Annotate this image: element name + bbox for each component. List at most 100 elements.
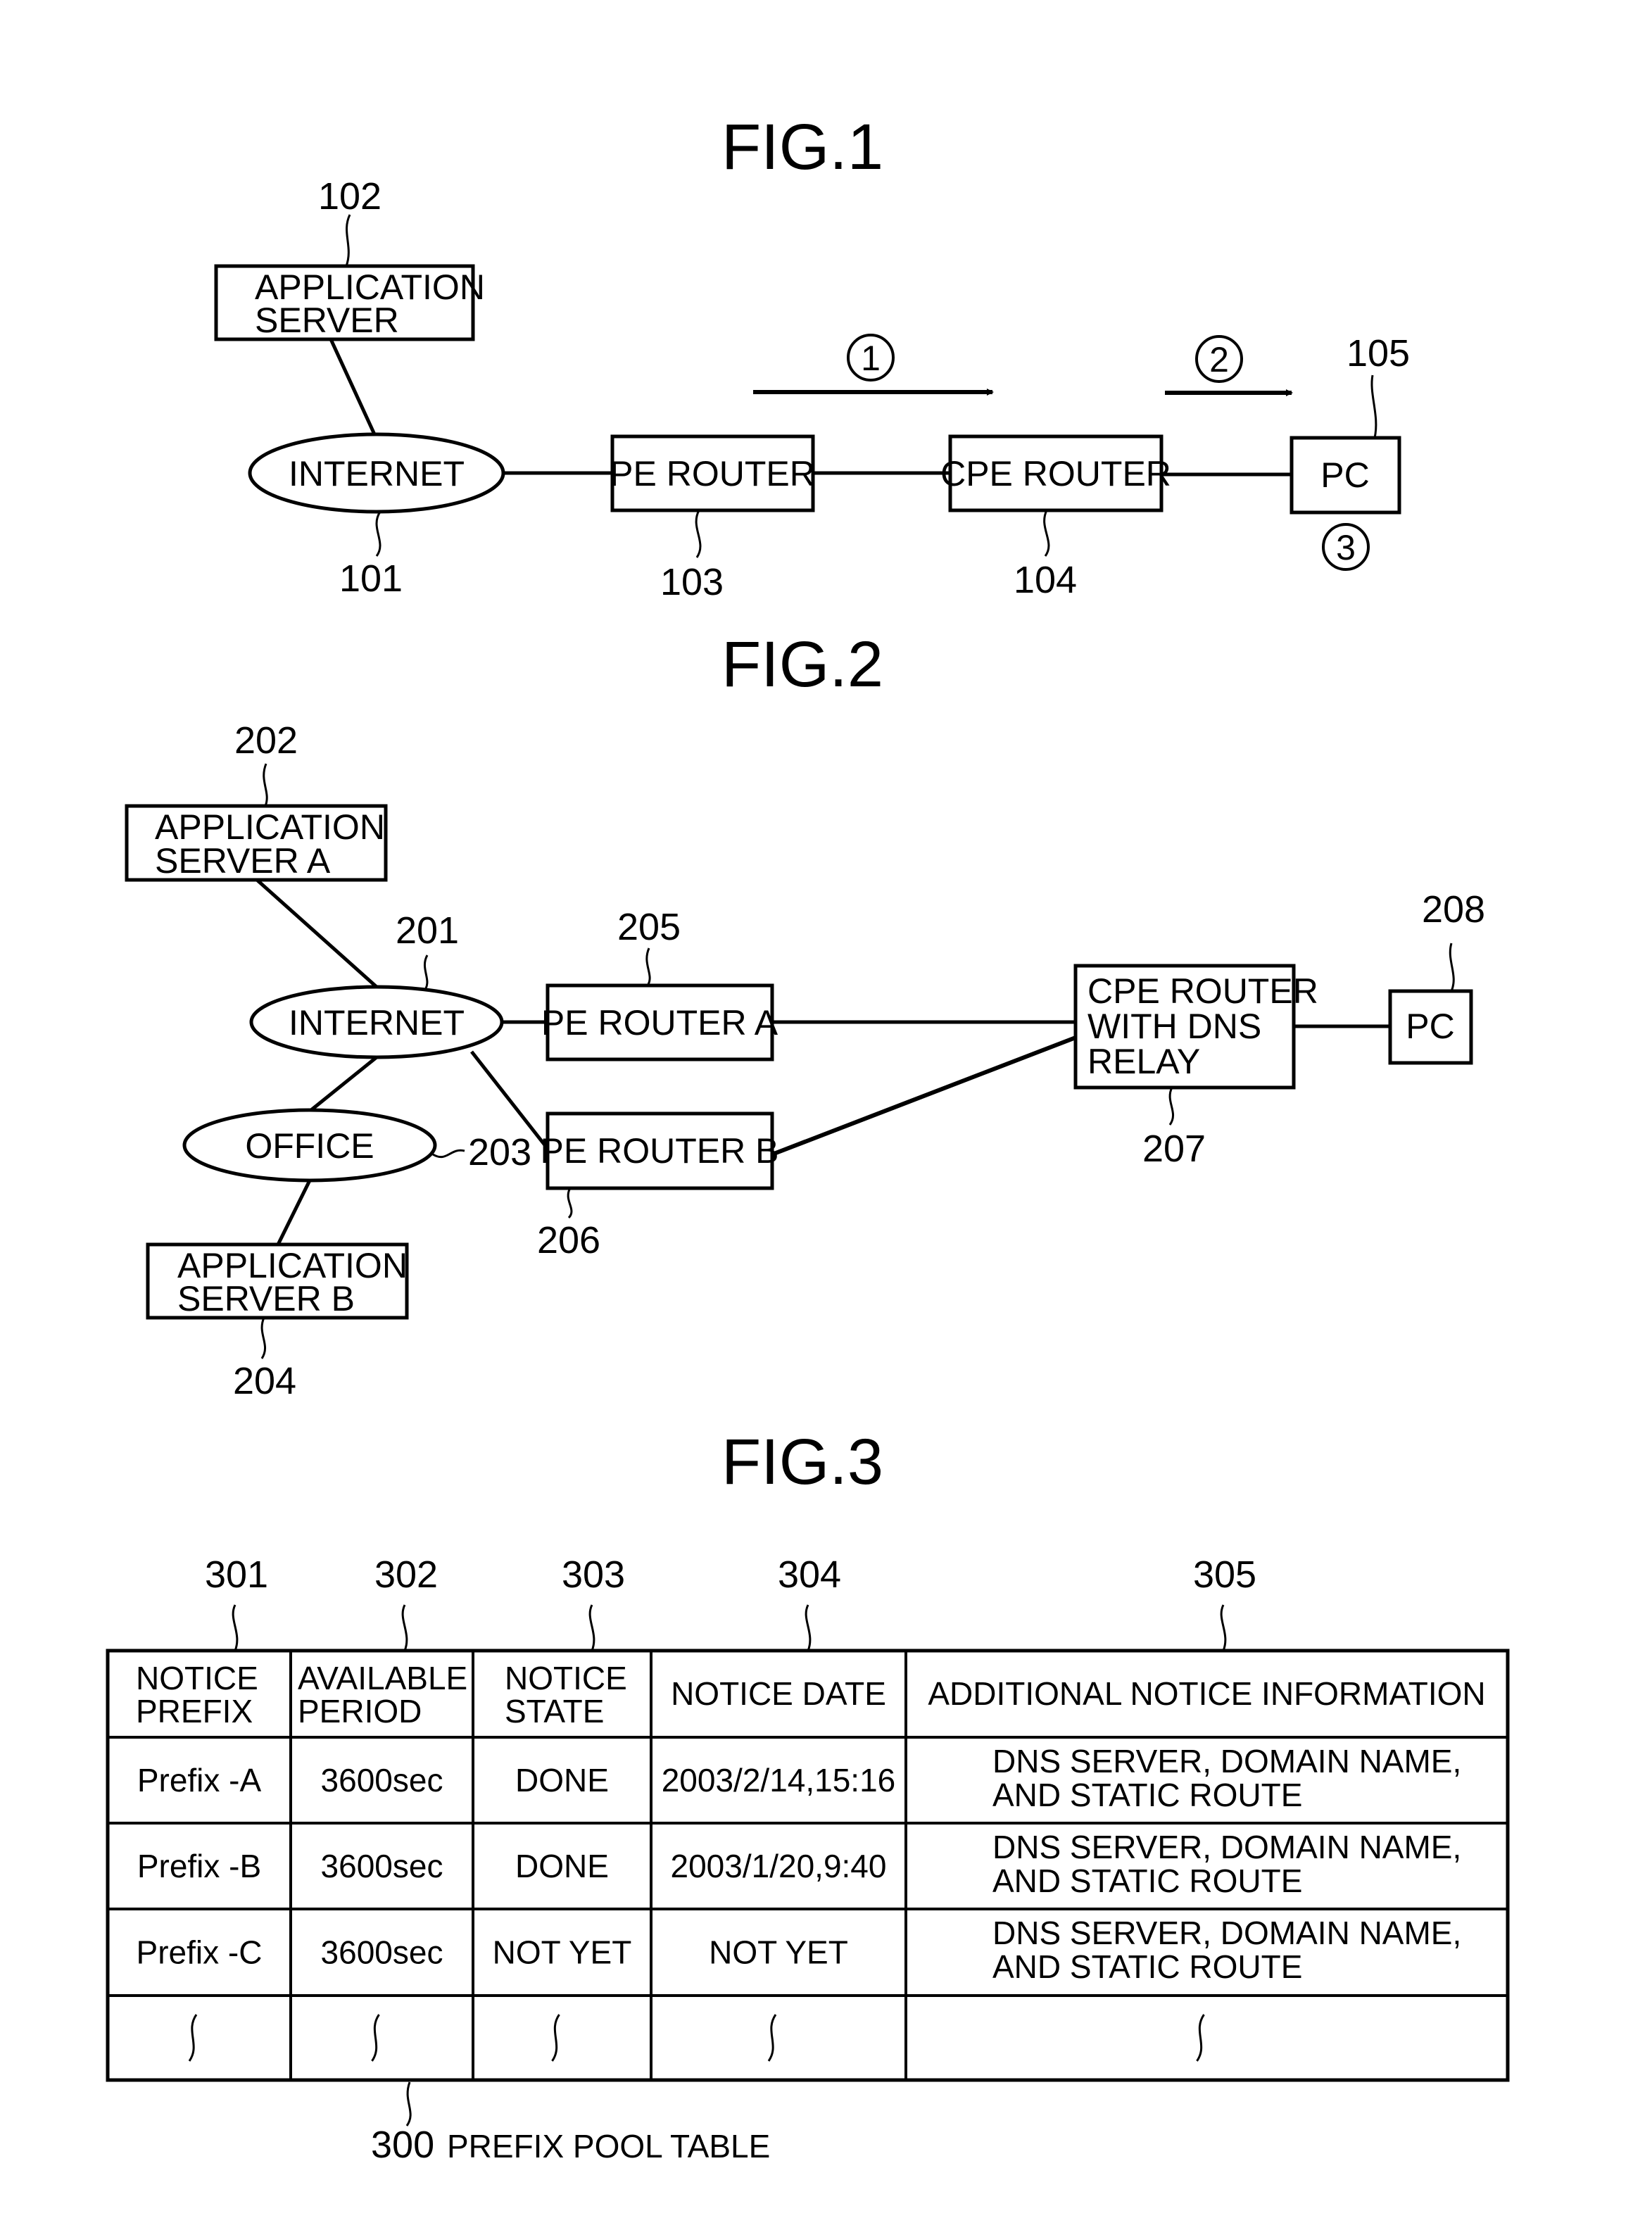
reference-numeral: 105 [1347,332,1410,374]
patent-drawing-sheet: FIG.1 APPLICATION SERVER 102 INTERNET 10… [106,111,1510,2166]
leader-line [805,1604,812,1651]
node-label: SERVER A [155,841,331,881]
figure-1: FIG.1 APPLICATION SERVER 102 INTERNET 10… [214,111,1410,603]
reference-numeral: 103 [660,561,724,603]
column-header: PREFIX [136,1693,253,1729]
fig1-internet-cloud: INTERNET 101 [248,432,505,600]
column-reference-numeral: 302 [374,1554,438,1596]
leader-line [645,947,651,986]
leader-line [232,1604,239,1651]
step-number: 1 [861,339,881,378]
table-caption: 300 PREFIX POOL TABLE [371,2081,770,2166]
fig1-application-server: APPLICATION SERVER 102 [214,175,485,341]
reference-numeral: 101 [339,557,403,600]
reference-numeral: 102 [318,175,382,218]
fig1-cpe-router: CPE ROUTER 104 [940,434,1171,601]
fig2-application-server-b: APPLICATION SERVER B 204 [146,1242,409,1402]
node-label: INTERNET [289,1003,465,1042]
fig1-pe-router: PE ROUTER 103 [610,434,815,603]
leader-line [1168,1087,1174,1126]
node-label: RELAY [1087,1042,1200,1081]
cell-prefix: Prefix -C [137,1934,263,1971]
cell-date: NOT YET [709,1934,848,1971]
fig2-internet-cloud: INTERNET 201 [249,909,504,1059]
continuation-mark [371,2014,380,2062]
leader-line [1370,374,1377,439]
node-label: PE ROUTER B [541,1131,779,1171]
leader-line [401,1604,408,1651]
cell-period: 3600sec [321,1762,443,1798]
reference-numeral: 202 [234,719,298,762]
fig1-flow-steps: 1 2 3 [753,334,1370,571]
node-label: CPE ROUTER [1087,971,1318,1011]
column-header: NOTICE [505,1660,627,1696]
cell-state: DONE [515,1848,609,1884]
link-appserver-a-internet [256,878,378,988]
cell-state: NOT YET [493,1934,632,1971]
cell-additional-info: AND STATIC ROUTE [992,1777,1302,1813]
leader-line [375,511,382,557]
link-pe-b-cpe [771,1035,1077,1157]
fig2-application-server-a: APPLICATION SERVER A 202 [125,719,388,882]
reference-numeral: 201 [396,909,459,952]
table-row: Prefix -B 3600sec DONE 2003/1/20,9:40 DNS SE… [137,1829,1461,1899]
fig1-pc: PC 105 [1290,332,1410,515]
node-label: SERVER [255,301,399,340]
column-reference-numeral: 303 [562,1554,625,1596]
figure-2-title: FIG.2 [721,629,883,700]
column-reference-numeral: 304 [778,1554,841,1596]
cell-prefix: Prefix -A [137,1762,262,1798]
cell-additional-info: AND STATIC ROUTE [992,1863,1302,1899]
fig2-pc: PC 208 [1388,888,1485,1065]
cell-period: 3600sec [321,1848,443,1884]
leader-line [588,1604,595,1651]
node-label: SERVER B [177,1279,355,1318]
figure-3-title: FIG.3 [721,1426,883,1498]
link-appserver-internet [329,338,377,436]
leader-line [405,2081,412,2126]
continuation-mark [767,2014,777,2062]
leader-line [695,510,702,558]
table-row: Prefix -A 3600sec DONE 2003/2/14,15:16 DNS S… [137,1743,1461,1813]
cell-additional-info: DNS SERVER, DOMAIN NAME, [992,1743,1461,1779]
leader-line [263,763,268,807]
leader-line [1220,1604,1227,1651]
step-number: 2 [1209,340,1229,379]
node-label: PC [1320,455,1369,495]
column-reference-numeral: 305 [1193,1554,1256,1596]
node-label: WITH DNS [1087,1007,1261,1046]
node-label: PE ROUTER A [541,1003,778,1042]
reference-numeral: 203 [468,1131,531,1173]
column-header: ADDITIONAL NOTICE INFORMATION [928,1675,1485,1712]
continuation-mark [1196,2014,1205,2062]
node-label: INTERNET [289,454,465,493]
leader-line [260,1317,266,1359]
leader-line [567,1187,573,1219]
leader-line [423,954,429,989]
reference-numeral: 300 [371,2124,434,2166]
continuation-mark [188,2014,198,2062]
leader-line [345,214,351,267]
fig2-pe-router-b: PE ROUTER B 206 [537,1111,779,1261]
link-internet-office [310,1056,378,1111]
reference-numeral: 104 [1014,559,1077,601]
cell-date: 2003/2/14,15:16 [662,1762,896,1798]
cell-prefix: Prefix -B [137,1848,261,1884]
leader-line [1449,943,1455,992]
figure-3: FIG.3 301 302 303 304 305NOTICEPREFIXAVAILAB… [106,1426,1510,2166]
cell-additional-info: DNS SERVER, DOMAIN NAME, [992,1915,1461,1951]
table-caption-text: PREFIX POOL TABLE [447,2128,770,2165]
cell-additional-info: DNS SERVER, DOMAIN NAME, [992,1829,1461,1865]
fig2-cpe-router-dns-relay: CPE ROUTER WITH DNS RELAY 207 [1073,964,1318,1170]
continuation-mark [551,2014,560,2062]
node-label: PC [1406,1007,1454,1046]
reference-numeral: 205 [617,906,681,948]
node-label: PE ROUTER [610,454,815,493]
cell-date: 2003/1/20,9:40 [671,1848,887,1884]
reference-numeral: 206 [537,1219,600,1261]
figure-1-title: FIG.1 [721,111,883,183]
cell-state: DONE [515,1762,609,1798]
cell-additional-info: AND STATIC ROUTE [992,1948,1302,1985]
prefix-pool-table: 301 302 303 304 305NOTICEPREFIXAVAILABLEPERI… [106,1554,1510,2082]
column-header: AVAILABLE [298,1660,467,1696]
